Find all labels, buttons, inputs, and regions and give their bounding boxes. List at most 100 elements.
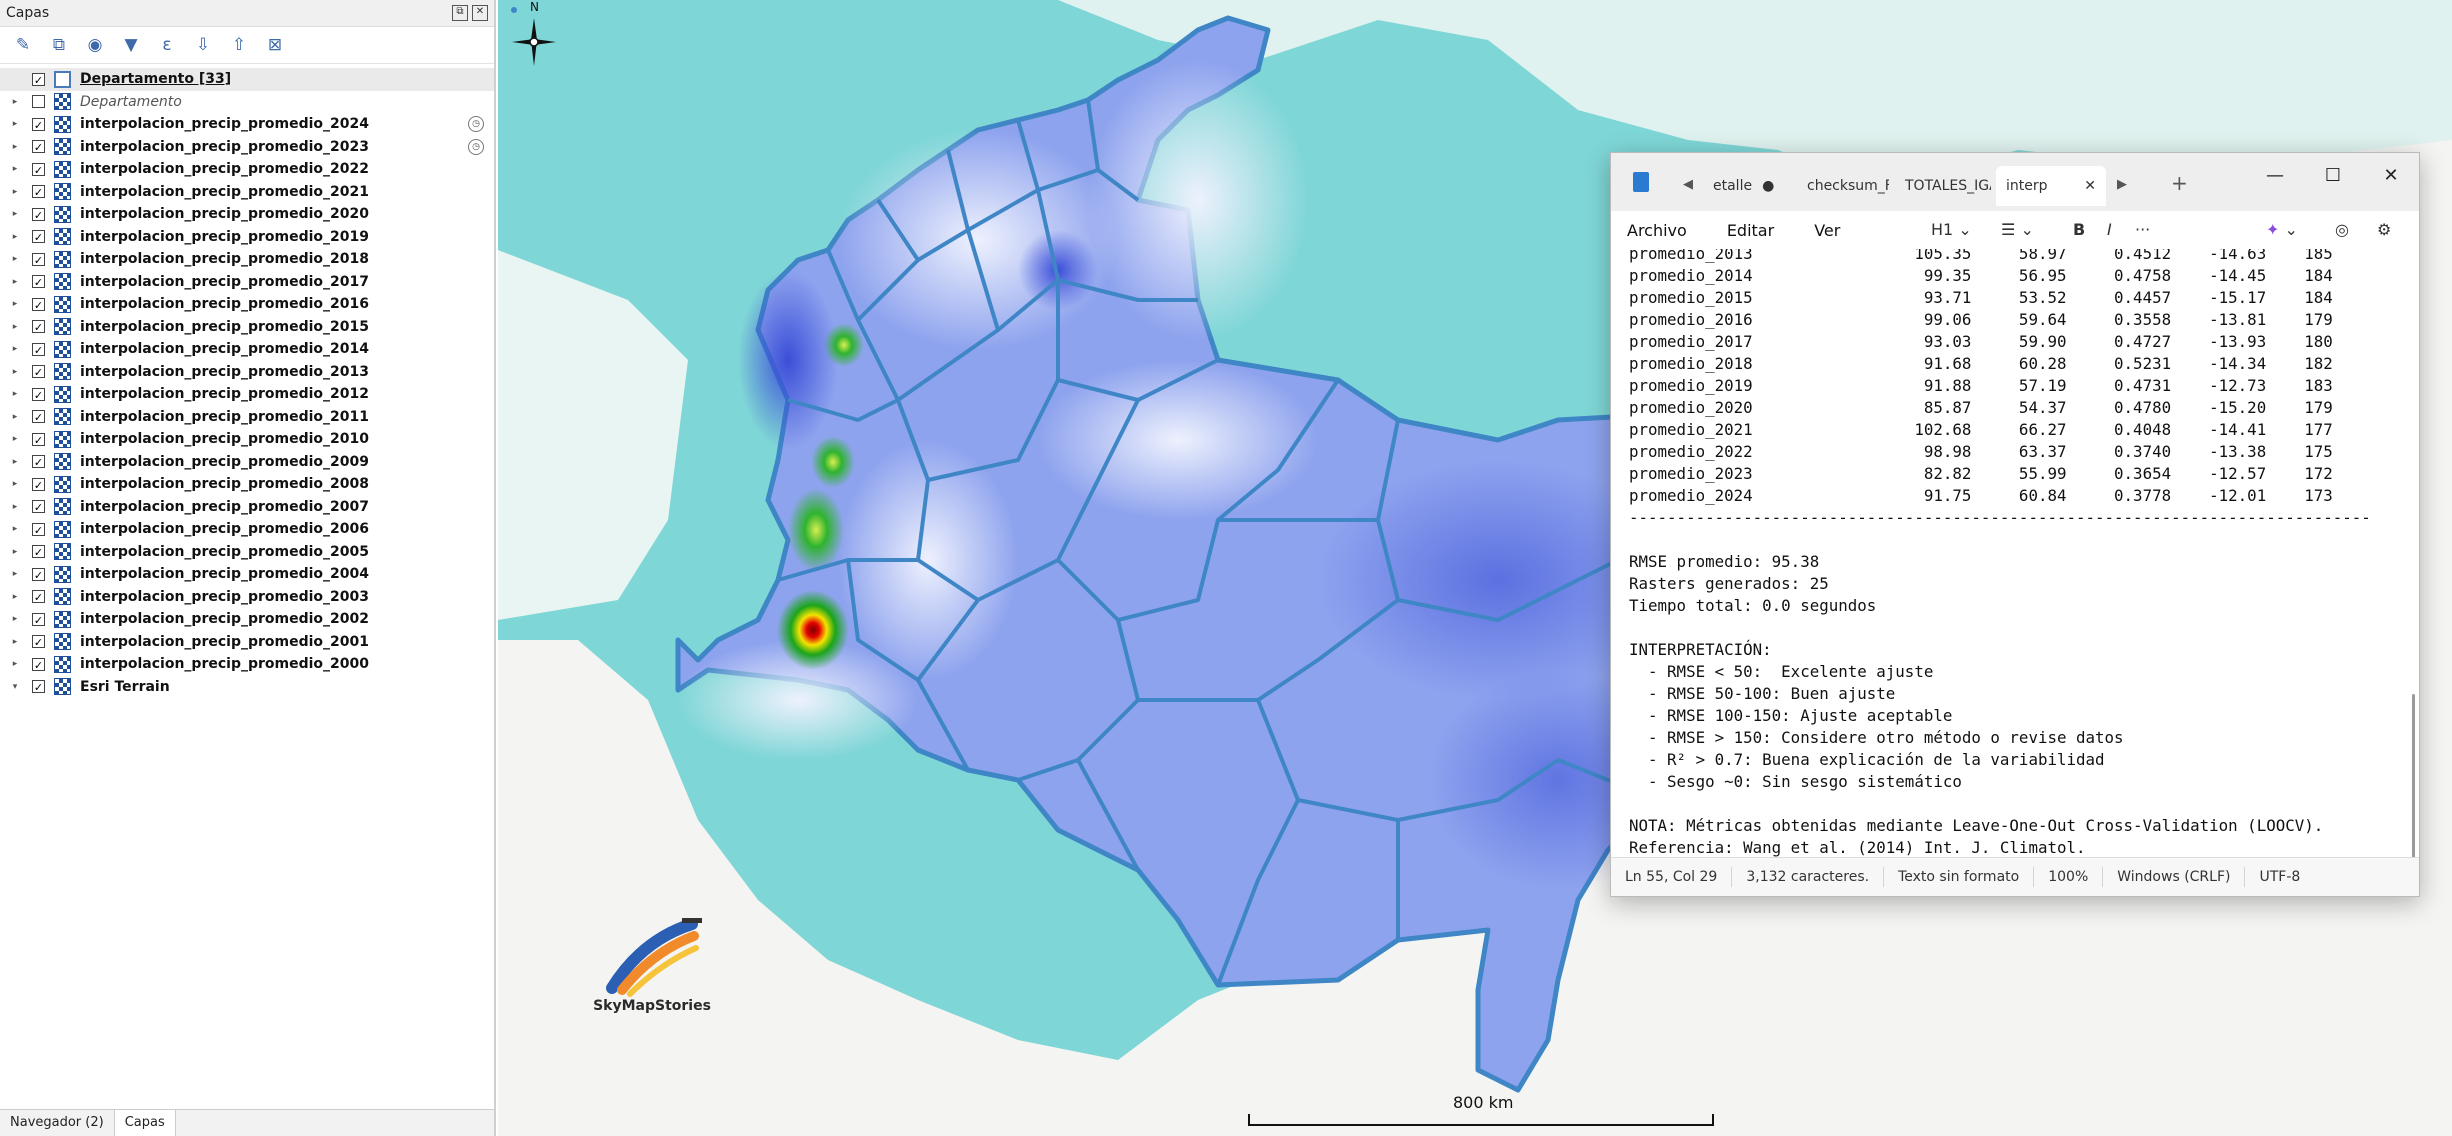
tab-scroll-left-icon[interactable]: ◀ [1683,177,1693,192]
expand-arrow-icon[interactable]: ▸ [9,457,21,467]
add-group-icon[interactable]: ⧉ [48,34,70,56]
expand-arrow-icon[interactable]: ▸ [9,344,21,354]
layer-row[interactable]: ▸ ✓ interpolacion_precip_promedio_2009 [0,451,494,474]
copilot-icon[interactable]: ✦ ⌄ [2266,220,2298,239]
expand-arrow-icon[interactable]: ▸ [9,592,21,602]
expand-arrow-icon[interactable]: ▸ [9,367,21,377]
layer-visibility-checkbox[interactable]: ✓ [32,342,45,357]
layer-visibility-checkbox[interactable]: ✓ [32,410,45,424]
layer-row[interactable]: ▸ ✓ interpolacion_precip_promedio_2007 [0,496,494,519]
layer-row[interactable]: ▸ ✓ interpolacion_precip_promedio_2012 [0,383,494,406]
close-tab-icon[interactable]: ✕ [2084,166,2096,206]
layer-row[interactable]: ▸ ✓ interpolacion_precip_promedio_2014 [0,338,494,361]
manage-visibility-icon[interactable]: ◉ [84,34,106,56]
layer-visibility-checkbox[interactable]: ✓ [32,387,45,402]
layer-visibility-checkbox[interactable]: ✓ [32,185,45,199]
vertical-scrollbar[interactable] [2412,694,2415,859]
layer-row[interactable]: ▸ Departamento [0,91,494,114]
tab-interp[interactable]: interp ✕ [1996,166,2106,206]
layer-row[interactable]: ▸ ✓ interpolacion_precip_promedio_2020 [0,203,494,226]
layer-row[interactable]: ▸ ✓ interpolacion_precip_promedio_2008 [0,473,494,496]
layer-visibility-checkbox[interactable]: ✓ [32,455,45,469]
expand-arrow-icon[interactable]: ▸ [9,637,21,647]
layer-visibility-checkbox[interactable]: ✓ [32,590,45,604]
layer-row[interactable]: ▸ ✓ interpolacion_precip_promedio_2016 [0,293,494,316]
layer-visibility-checkbox[interactable]: ✓ [32,612,45,627]
undock-icon[interactable]: ⧉ [452,5,468,21]
expand-arrow-icon[interactable]: ▸ [9,254,21,264]
layer-visibility-checkbox[interactable]: ✓ [32,140,45,154]
expand-arrow-icon[interactable]: ▸ [9,142,21,152]
tab-totales[interactable]: TOTALES_IGA [1895,166,1991,206]
layer-row[interactable]: ▸ ✓ interpolacion_precip_promedio_2022 [0,158,494,181]
account-icon[interactable]: ◎ [2335,220,2349,239]
layer-row[interactable]: ▾ ✓ Esri Terrain [0,676,494,699]
expand-arrow-icon[interactable]: ▸ [9,479,21,489]
expand-arrow-icon[interactable]: ▸ [9,434,21,444]
tab-scroll-right-icon[interactable]: ▶ [2117,177,2127,192]
filter-expression-icon[interactable]: ε [156,34,178,56]
layer-visibility-checkbox[interactable]: ✓ [32,207,45,222]
layer-visibility-checkbox[interactable]: ✓ [32,477,45,492]
layer-visibility-checkbox[interactable]: ✓ [32,117,45,132]
layer-visibility-checkbox[interactable]: ✓ [32,252,45,267]
list-dropdown[interactable]: ☰ ⌄ [2001,220,2034,239]
expand-arrow-icon[interactable]: ▸ [9,119,21,129]
expand-arrow-icon[interactable]: ▸ [9,232,21,242]
layer-row[interactable]: ▸ ✓ interpolacion_precip_promedio_2000 [0,653,494,676]
close-window-icon[interactable]: ✕ [2376,165,2406,186]
expand-arrow-icon[interactable]: ▸ [9,322,21,332]
layer-row[interactable]: ▸ ✓ interpolacion_precip_promedio_2023 ◷ [0,136,494,159]
close-panel-icon[interactable]: ✕ [472,5,488,21]
line-ending[interactable]: Windows (CRLF) [2103,867,2246,887]
tab-checksum[interactable]: checksum_F. [1797,166,1889,206]
layer-visibility-checkbox[interactable]: ✓ [32,680,45,694]
layer-row[interactable]: ▸ ✓ interpolacion_precip_promedio_2018 [0,248,494,271]
expand-arrow-icon[interactable]: ▸ [9,569,21,579]
layer-row[interactable]: ▸ ✓ interpolacion_precip_promedio_2003 [0,586,494,609]
expand-arrow-icon[interactable]: ▸ [9,659,21,669]
layer-visibility-checkbox[interactable]: ✓ [32,230,45,244]
layer-visibility-checkbox[interactable]: ✓ [32,522,45,537]
layer-row[interactable]: ▸ ✓ interpolacion_precip_promedio_2015 [0,316,494,339]
tab-capas[interactable]: Capas [114,1110,176,1136]
layer-row[interactable]: ▸ ✓ interpolacion_precip_promedio_2011 [0,406,494,429]
expand-arrow-icon[interactable]: ▸ [9,164,21,174]
expand-arrow-icon[interactable]: ▸ [9,412,21,422]
layer-row[interactable]: ▸ ✓ interpolacion_precip_promedio_2005 [0,541,494,564]
layer-row[interactable]: ▸ ✓ interpolacion_precip_promedio_2017 [0,271,494,294]
expand-arrow-icon[interactable]: ▸ [9,277,21,287]
menu-editar[interactable]: Editar [1727,221,1774,240]
layer-visibility-checkbox[interactable]: ✓ [32,162,45,177]
expand-arrow-icon[interactable]: ▸ [9,524,21,534]
layer-visibility-checkbox[interactable]: ✓ [32,72,45,87]
layer-visibility-checkbox[interactable]: ✓ [32,500,45,514]
settings-gear-icon[interactable]: ⚙ [2377,220,2391,239]
layer-row[interactable]: ✓ Departamento [33] [0,68,494,91]
layer-visibility-checkbox[interactable]: ✓ [32,320,45,334]
layer-row[interactable]: ▸ ✓ interpolacion_precip_promedio_2024 ◷ [0,113,494,136]
expand-arrow-icon[interactable]: ▸ [9,299,21,309]
italic-icon[interactable]: I [2107,220,2112,239]
bold-icon[interactable]: B [2073,220,2085,239]
layer-row[interactable]: ▸ ✓ interpolacion_precip_promedio_2004 [0,563,494,586]
layer-visibility-checkbox[interactable]: ✓ [32,275,45,289]
menu-archivo[interactable]: Archivo [1627,221,1687,240]
menu-ver[interactable]: Ver [1814,221,1840,240]
temporal-clock-icon[interactable]: ◷ [468,116,484,133]
expand-arrow-icon[interactable]: ▸ [9,614,21,624]
tab-etalle[interactable]: etalle ● [1703,166,1783,206]
layer-visibility-checkbox[interactable]: ✓ [32,432,45,447]
layer-visibility-checkbox[interactable]: ✓ [32,635,45,649]
layer-row[interactable]: ▸ ✓ interpolacion_precip_promedio_2006 [0,518,494,541]
expand-arrow-icon[interactable]: ▸ [9,502,21,512]
maximize-icon[interactable]: ☐ [2318,165,2348,186]
layer-visibility-checkbox[interactable]: ✓ [32,657,45,672]
style-layer-icon[interactable]: ✎ [12,34,34,56]
layer-row[interactable]: ▸ ✓ interpolacion_precip_promedio_2001 [0,631,494,654]
filter-legend-icon[interactable]: ▼ [120,34,142,56]
encoding[interactable]: UTF-8 [2245,867,2314,887]
collapse-all-icon[interactable]: ⇧ [228,34,250,56]
new-tab-icon[interactable]: + [2171,171,2188,195]
layer-row[interactable]: ▸ ✓ interpolacion_precip_promedio_2010 [0,428,494,451]
